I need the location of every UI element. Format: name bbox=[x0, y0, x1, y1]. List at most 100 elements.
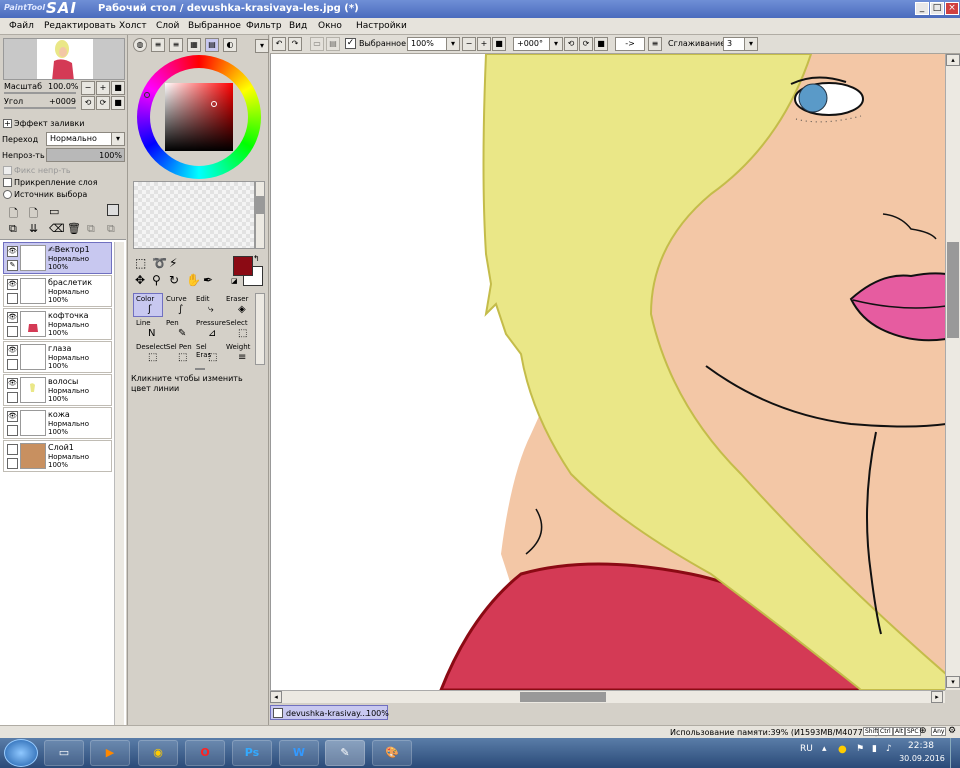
media-player-icon[interactable]: ▶ bbox=[90, 740, 130, 766]
maximize-button[interactable]: □ bbox=[930, 2, 944, 15]
layer-checkbox[interactable] bbox=[7, 392, 18, 403]
stabilizer-icon[interactable]: ≡ bbox=[648, 37, 662, 51]
zoom-reset-button[interactable]: ■ bbox=[492, 37, 506, 51]
eye-icon[interactable]: 👁 bbox=[7, 411, 18, 422]
canvas-horizontal-scrollbar[interactable]: ◂ ▸ bbox=[270, 690, 945, 703]
swatch-tab-icon[interactable]: ▦ bbox=[187, 38, 201, 52]
magic-wand-icon[interactable]: ⚡ bbox=[169, 256, 177, 270]
tray-arrow-icon[interactable]: ▴ bbox=[822, 744, 827, 754]
merge-layer-icon[interactable]: ⇊ bbox=[29, 222, 38, 235]
scratchpad-tab-icon[interactable]: ▤ bbox=[205, 38, 219, 52]
rotate-left-button[interactable]: ⟲ bbox=[564, 37, 578, 51]
menu-layer[interactable]: Слой bbox=[156, 21, 179, 31]
panel-collapse-icon[interactable]: ▾ bbox=[255, 39, 269, 53]
tool-color[interactable]: Color ʃ bbox=[133, 293, 163, 317]
zoom-dropdown-icon[interactable]: ▾ bbox=[446, 37, 460, 51]
explorer-icon[interactable]: ▭ bbox=[44, 740, 84, 766]
eye-icon[interactable]: 👁 bbox=[7, 312, 18, 323]
clear-layer-icon[interactable]: ⌫ bbox=[49, 222, 65, 235]
layer-checkbox[interactable] bbox=[7, 458, 18, 469]
menu-selection[interactable]: Выбранное bbox=[188, 21, 241, 31]
language-indicator[interactable]: RU bbox=[800, 744, 813, 754]
navigator-preview[interactable] bbox=[3, 38, 125, 80]
document-tab[interactable]: devushka-krasivay... 100% bbox=[270, 705, 389, 720]
zoom-icon[interactable]: ⚲ bbox=[152, 273, 161, 287]
canvas[interactable] bbox=[270, 54, 945, 690]
smoothing-field[interactable]: 3 bbox=[723, 37, 745, 51]
opera-icon[interactable]: O bbox=[185, 740, 225, 766]
tool-deselect[interactable]: Deselect ⬚ bbox=[133, 341, 167, 365]
layer-item-shirt[interactable]: 👁 кофточка Нормально 100% bbox=[3, 308, 112, 340]
zoom-out-button[interactable]: − bbox=[462, 37, 476, 51]
layer-item-vector1[interactable]: 👁 ✎ ✍Вектор1 Нормально 100% bbox=[3, 242, 112, 274]
invert-selection-button[interactable]: ▤ bbox=[326, 37, 340, 51]
smoothing-dropdown-icon[interactable]: ▾ bbox=[744, 37, 758, 51]
layer-visibility-checkbox[interactable] bbox=[7, 444, 18, 455]
fix-opacity-checkbox[interactable] bbox=[3, 166, 12, 175]
paint-icon[interactable]: 🎨 bbox=[372, 740, 412, 766]
clock-date[interactable]: 30.09.2016 bbox=[896, 754, 948, 763]
layer-list-scrollbar[interactable] bbox=[114, 242, 124, 726]
menu-filter[interactable]: Фильтр bbox=[246, 21, 282, 31]
flip-button[interactable]: -> bbox=[615, 37, 645, 51]
start-orb-icon[interactable] bbox=[4, 739, 38, 767]
tool-eraser[interactable]: Eraser ◈ bbox=[223, 293, 253, 317]
menu-view[interactable]: Вид bbox=[289, 21, 307, 31]
layer-checkbox[interactable] bbox=[7, 293, 18, 304]
eye-icon[interactable]: 👁 bbox=[7, 345, 18, 356]
layer-item-hair[interactable]: 👁 волосы Нормально 100% bbox=[3, 374, 112, 406]
nav-zoom-reset-button[interactable]: ■ bbox=[111, 81, 125, 95]
hue-wheel[interactable] bbox=[137, 55, 261, 179]
rotation-dropdown-icon[interactable]: ▾ bbox=[549, 37, 563, 51]
layer-item-eyes[interactable]: 👁 глаза Нормально 100% bbox=[3, 341, 112, 373]
deselect-button[interactable]: ▭ bbox=[310, 37, 324, 51]
layer-checkbox[interactable] bbox=[7, 359, 18, 370]
clock-time[interactable]: 22:38 bbox=[906, 741, 936, 751]
chrome-icon[interactable]: ◉ bbox=[138, 740, 178, 766]
scroll-up-icon[interactable]: ▴ bbox=[946, 54, 960, 66]
copy-layer-icon[interactable]: ⧉ bbox=[9, 222, 17, 236]
word-icon[interactable]: W bbox=[279, 740, 319, 766]
tool-curve[interactable]: Curve ∫ bbox=[163, 293, 193, 317]
swap-colors-icon[interactable]: ↰ bbox=[253, 254, 260, 263]
delete-layer-icon[interactable]: 🗑 bbox=[67, 222, 81, 235]
hsv-slider-tab-icon[interactable]: ≡ bbox=[169, 38, 183, 52]
angle-slider[interactable] bbox=[4, 107, 76, 109]
tray-flag-icon[interactable]: ⚑ bbox=[856, 744, 864, 754]
layer-item-bracelet[interactable]: 👁 браслетик Нормально 100% bbox=[3, 275, 112, 307]
scratchpad-scrollbar[interactable] bbox=[255, 181, 265, 249]
tool-line[interactable]: Line N bbox=[133, 317, 163, 341]
minimize-button[interactable]: _ bbox=[915, 2, 929, 15]
layer-item-skin[interactable]: 👁 кожа Нормально 100% bbox=[3, 407, 112, 439]
clip-layer-checkbox[interactable] bbox=[3, 178, 12, 187]
eye-icon[interactable]: 👁 bbox=[7, 246, 18, 257]
zoom-in-button[interactable]: + bbox=[477, 37, 491, 51]
merge-down-icon[interactable]: ⧉ bbox=[87, 222, 95, 236]
lasso-icon[interactable]: ➰ bbox=[152, 256, 167, 270]
photoshop-icon[interactable]: Ps bbox=[232, 740, 272, 766]
sv-cursor-icon[interactable] bbox=[211, 101, 217, 107]
menu-settings[interactable]: Настройки bbox=[356, 21, 407, 31]
tool-sel-eras[interactable]: Sel Eras ⬚ bbox=[193, 341, 223, 365]
layer-checkbox[interactable] bbox=[7, 425, 18, 436]
primary-color-swatch[interactable] bbox=[233, 256, 253, 276]
menu-window[interactable]: Окно bbox=[318, 21, 342, 31]
painttool-sai-icon[interactable]: ✎ bbox=[325, 740, 365, 766]
tool-select[interactable]: Select ⬚ bbox=[223, 317, 253, 341]
tool-grid-scrollbar[interactable] bbox=[255, 293, 265, 365]
selection-checkbox[interactable]: ✓ bbox=[345, 38, 356, 49]
rotate-icon[interactable]: ↻ bbox=[169, 273, 179, 287]
show-desktop-button[interactable] bbox=[950, 738, 960, 768]
layer-item-layer1[interactable]: Слой1 Нормально 100% bbox=[3, 440, 112, 472]
nav-rotate-left-button[interactable]: ⟲ bbox=[81, 96, 95, 110]
fill-effect-expand-icon[interactable]: + bbox=[3, 119, 12, 128]
hue-cursor-icon[interactable] bbox=[144, 92, 150, 98]
undo-button[interactable]: ↶ bbox=[272, 37, 286, 51]
nav-zoom-out-button[interactable]: − bbox=[81, 81, 95, 95]
horizontal-scroll-thumb[interactable] bbox=[520, 692, 606, 702]
layer-checkbox[interactable] bbox=[7, 326, 18, 337]
rgb-slider-tab-icon[interactable]: ≡ bbox=[151, 38, 165, 52]
tool-weight[interactable]: Weight ≡ bbox=[223, 341, 253, 365]
canvas-vertical-scrollbar[interactable]: ▴ ▾ bbox=[945, 54, 960, 690]
scratchpad[interactable] bbox=[133, 181, 255, 249]
